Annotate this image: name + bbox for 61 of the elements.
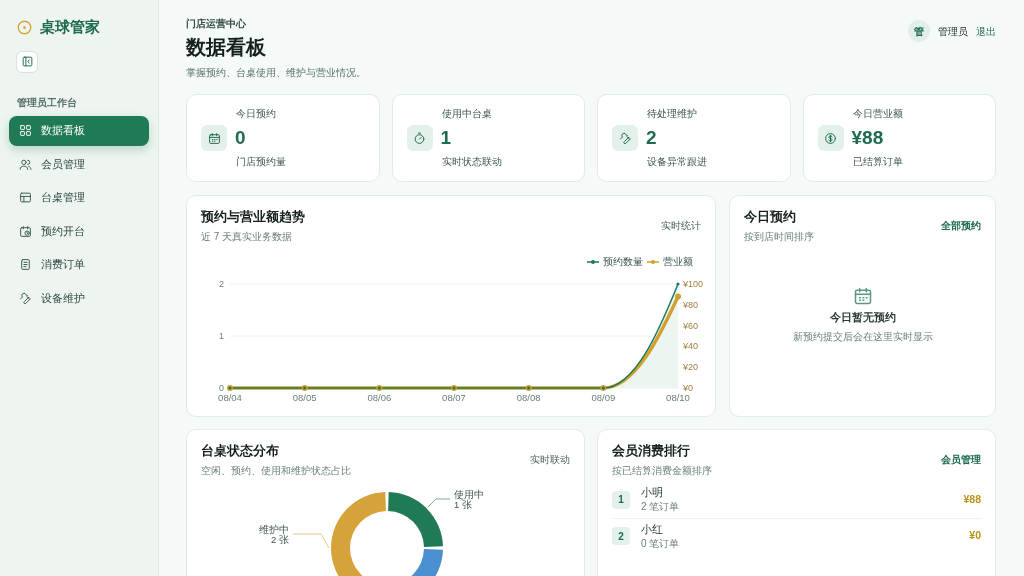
card-title: 台桌状态分布: [201, 443, 280, 460]
empty-state-title: 今日暂无预约: [829, 309, 896, 325]
card-subtitle: 按已结算消费金额排序: [612, 463, 712, 478]
stat-label: 今日预约: [236, 107, 277, 121]
slice-label: 维护中 2 张: [259, 523, 289, 545]
axis-tick-label: 0: [219, 382, 224, 393]
axis-tick-label: 1: [219, 330, 224, 341]
axis-tick-label: ¥100: [683, 278, 704, 289]
avatar: 管: [908, 20, 930, 42]
stat-value: 1: [440, 126, 452, 150]
legend-item: 预约数量: [586, 255, 643, 267]
stat-note: 已结算订单: [852, 155, 904, 169]
axis-tick-label: 08/04: [218, 391, 242, 403]
member-name: 小明: [641, 486, 664, 501]
axis-tick-label: 08/07: [442, 391, 466, 403]
axis-tick-label: ¥20: [683, 361, 699, 372]
empty-state-text: 新预约提交后会在这里实时显示: [792, 330, 933, 345]
axis-tick-label: 08/10: [666, 391, 690, 403]
legend-label: 营业额: [663, 255, 693, 267]
order-count: 2 笔订单: [641, 500, 681, 514]
card-subtitle: 按到店时间排序: [744, 229, 814, 244]
stat-label: 今日营业额: [852, 107, 904, 121]
sidebar-section-title: 管理员工作台: [17, 95, 78, 110]
card-tag: 实时联动: [530, 452, 570, 467]
card-title: 会员消费排行: [612, 443, 691, 460]
axis-tick-label: ¥40: [683, 341, 699, 352]
axis-tick-label: 08/05: [292, 391, 317, 403]
axis-tick-label: ¥80: [683, 299, 699, 310]
stat-label: 使用中台桌: [441, 107, 493, 121]
stat-value: ¥88: [851, 126, 884, 150]
axis-tick-label: 2: [219, 278, 224, 289]
stat-label: 待处理维护: [647, 107, 698, 121]
legend-item: 营业额: [646, 255, 693, 267]
card-subtitle: 空闲、预约、使用和维护状态占比: [201, 463, 351, 478]
axis-tick-label: ¥60: [683, 320, 699, 331]
legend-label: 预约数量: [603, 255, 643, 267]
page-eyebrow: 门店运营中心: [186, 17, 247, 31]
card-subtitle: 近 7 天真实业务数据: [201, 229, 294, 244]
axis-tick-label: 08/09: [591, 391, 616, 403]
member-amount: ¥88: [963, 491, 981, 507]
member-name: 小红: [641, 522, 664, 537]
stat-note: 门店预约量: [236, 155, 287, 169]
stat-note: 设备异常跟进: [647, 155, 708, 169]
rank-badge: 1: [612, 490, 630, 509]
page-subtitle: 掌握预约、台桌使用、维护与营业情况。: [186, 66, 366, 80]
member-amount: ¥0: [969, 528, 981, 544]
slice-label: 使用中 1 张: [454, 488, 484, 510]
rank-badge: 2: [612, 527, 630, 546]
axis-tick-label: 08/06: [367, 391, 392, 403]
card-tag: 实时统计: [661, 218, 701, 233]
order-count: 0 笔订单: [641, 536, 681, 550]
card-title: 预约与营业额趋势: [201, 209, 305, 226]
card-title: 今日预约: [744, 209, 797, 226]
axis-tick-label: 08/08: [516, 391, 541, 403]
stat-value: 0: [235, 126, 246, 150]
stat-note: 实时状态联动: [441, 155, 503, 169]
page-title: 数据看板: [186, 35, 267, 60]
brand-name: 桌球管家: [40, 17, 100, 37]
user-name: 管理员: [938, 24, 968, 39]
stat-value: 2: [646, 126, 657, 150]
axis-tick-label: ¥0: [683, 382, 693, 393]
